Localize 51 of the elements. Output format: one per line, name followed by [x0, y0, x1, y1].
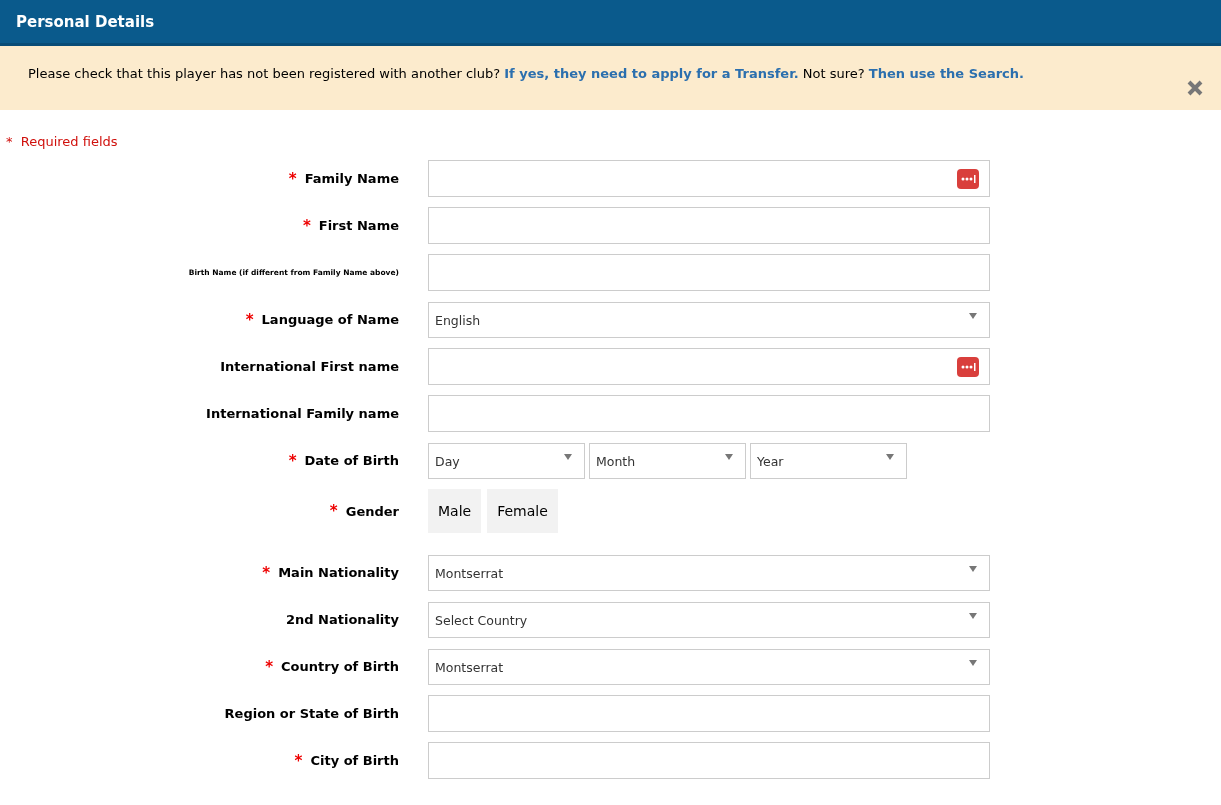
- dropdown-caret-icon: [886, 453, 894, 460]
- dropdown[interactable]: English: [428, 301, 990, 338]
- text-field[interactable]: [428, 254, 990, 291]
- dropdown[interactable]: Select Country: [428, 601, 990, 638]
- field-label: International Family name: [206, 406, 399, 421]
- text-field[interactable]: [428, 207, 990, 244]
- dropdown[interactable]: Montserrat: [428, 648, 990, 685]
- text-field[interactable]: [428, 695, 990, 732]
- dropdown[interactable]: Day: [428, 442, 585, 479]
- dropdown-caret-icon: [969, 612, 977, 619]
- required-asterisk: *: [302, 216, 311, 235]
- dropdown[interactable]: Month: [589, 442, 746, 479]
- field-label: Date of Birth: [304, 453, 399, 468]
- field-label: Family Name: [304, 171, 399, 186]
- required-asterisk: *: [288, 451, 297, 470]
- notice-link[interactable]: If yes, they need to apply for a Transfer.: [504, 65, 799, 81]
- dropdown-caret-icon: [969, 565, 977, 572]
- password-manager-icon[interactable]: [957, 356, 979, 377]
- field-label: 2nd Nationality: [286, 612, 399, 627]
- required-asterisk: *: [262, 563, 271, 582]
- gender-option[interactable]: Female: [487, 489, 558, 533]
- required-asterisk: *: [329, 502, 338, 520]
- dropdown-caret-icon: [969, 659, 977, 666]
- required-fields-note: * Required fields: [5, 133, 119, 151]
- text-field[interactable]: [428, 742, 990, 779]
- field-label: Country of Birth: [281, 659, 399, 674]
- field-label: City of Birth: [310, 753, 399, 768]
- required-asterisk: *: [265, 657, 274, 676]
- notice-link[interactable]: Then use the Search.: [868, 65, 1024, 81]
- field-label: Region or State of Birth: [224, 706, 399, 721]
- text-field[interactable]: [428, 395, 990, 432]
- field-label: First Name: [318, 218, 399, 233]
- close-icon[interactable]: [1187, 80, 1203, 96]
- field-label: Gender: [345, 503, 399, 519]
- notice-message: Please check that this player has not been registered with another club? If yes, they need to apply for a Transfer. Not sure? Then use the Search.: [28, 65, 1024, 81]
- dropdown-caret-icon: [725, 453, 733, 460]
- field-label: Language of Name: [261, 312, 399, 327]
- required-asterisk: *: [245, 310, 254, 329]
- required-asterisk: *: [294, 751, 303, 770]
- gender-option[interactable]: Male: [428, 489, 482, 533]
- dropdown-caret-icon: [969, 312, 977, 319]
- field-label: Main Nationality: [278, 565, 399, 580]
- text-field[interactable]: [428, 348, 990, 385]
- text-field[interactable]: [428, 160, 990, 197]
- password-manager-icon[interactable]: [957, 168, 979, 189]
- required-asterisk: *: [288, 169, 297, 188]
- section-title: Personal Details: [16, 12, 155, 31]
- dropdown[interactable]: Year: [750, 442, 907, 479]
- dropdown-caret-icon: [564, 453, 572, 460]
- dropdown[interactable]: Montserrat: [428, 554, 990, 591]
- field-label: International First name: [220, 359, 399, 374]
